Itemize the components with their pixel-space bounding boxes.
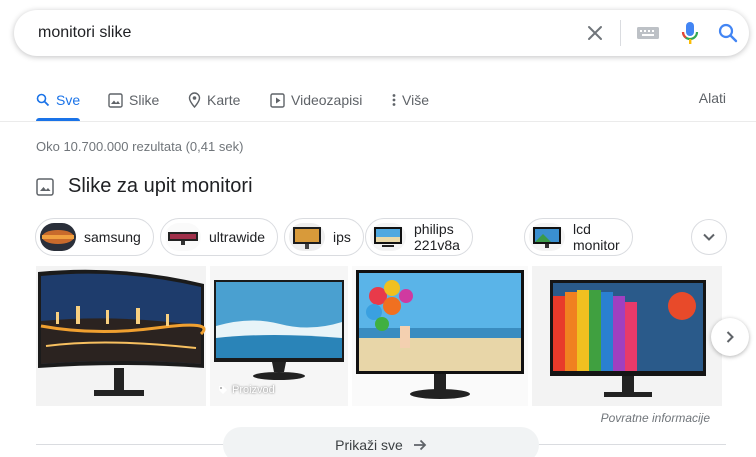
show-all-label: Prikaži sve xyxy=(335,437,403,453)
tab-label: Više xyxy=(402,92,429,108)
next-images-button[interactable] xyxy=(711,318,749,356)
image-result-4[interactable] xyxy=(532,266,722,406)
map-pin-icon xyxy=(188,92,201,108)
chip-thumbnail xyxy=(370,223,406,251)
search-box[interactable]: monitori slike xyxy=(14,10,749,56)
chip-ips[interactable]: ips xyxy=(284,218,364,256)
tab-more[interactable]: Više xyxy=(392,90,429,110)
search-divider xyxy=(620,20,621,46)
chip-samsung[interactable]: samsung xyxy=(35,218,154,256)
search-icon xyxy=(36,93,50,107)
tab-videos[interactable]: Videozapisi xyxy=(270,90,362,110)
chip-ultrawide[interactable]: ultrawide xyxy=(160,218,279,256)
images-section-header: Slike za upit monitori xyxy=(36,175,253,198)
product-badge-label: Proizvod xyxy=(232,384,275,396)
tab-label: Karte xyxy=(207,92,241,108)
tab-all[interactable]: Sve xyxy=(36,90,81,121)
clear-icon[interactable] xyxy=(584,22,606,44)
chip-label: lcd monitor xyxy=(573,221,620,253)
image-results-row: Proizvod xyxy=(36,266,726,406)
feedback-link[interactable]: Povratne informacije xyxy=(601,411,710,425)
chip-label: samsung xyxy=(84,229,141,245)
tab-label: Slike xyxy=(129,92,160,108)
chip-thumbnail xyxy=(40,223,76,251)
keyboard-icon[interactable] xyxy=(636,24,660,42)
chip-label: ultrawide xyxy=(209,229,266,245)
chip-thumbnail xyxy=(529,223,565,251)
arrow-right-icon xyxy=(413,439,427,451)
chip-thumbnail xyxy=(165,223,201,251)
chip-label: ips xyxy=(333,229,351,245)
microphone-icon[interactable] xyxy=(680,20,700,46)
chip-philips[interactable]: philips 221v8a xyxy=(365,218,473,256)
chip-lcd-monitor[interactable]: lcd monitor xyxy=(524,218,633,256)
play-icon xyxy=(270,92,285,108)
chip-thumbnail xyxy=(289,223,325,251)
product-badge: Proizvod xyxy=(218,384,275,396)
tag-icon xyxy=(218,385,228,395)
search-icon[interactable] xyxy=(717,22,739,44)
image-icon xyxy=(108,92,123,108)
expand-chips-button[interactable] xyxy=(691,219,727,255)
chevron-down-icon xyxy=(702,232,716,242)
image-result-2[interactable]: Proizvod xyxy=(210,266,348,406)
chip-label: philips 221v8a xyxy=(414,221,460,253)
more-vert-icon xyxy=(392,93,396,107)
tab-maps[interactable]: Karte xyxy=(188,90,240,110)
tab-label: Videozapisi xyxy=(291,92,363,108)
image-result-3[interactable] xyxy=(352,266,528,406)
images-section-title: Slike za upit monitori xyxy=(68,175,253,197)
search-input[interactable]: monitori slike xyxy=(38,24,131,42)
result-stats: Oko 10.700.000 rezultata (0,41 sek) xyxy=(36,139,244,154)
image-icon xyxy=(36,177,54,196)
image-result-1[interactable] xyxy=(36,266,206,406)
tab-images[interactable]: Slike xyxy=(108,90,159,110)
tools-button[interactable]: Alati xyxy=(699,90,726,106)
tab-label: Sve xyxy=(56,92,81,108)
show-all-button[interactable]: Prikaži sve xyxy=(223,427,539,457)
chevron-right-icon xyxy=(725,330,735,344)
search-tabs: Sve Slike Karte Videozapisi Više Alati xyxy=(0,86,756,122)
